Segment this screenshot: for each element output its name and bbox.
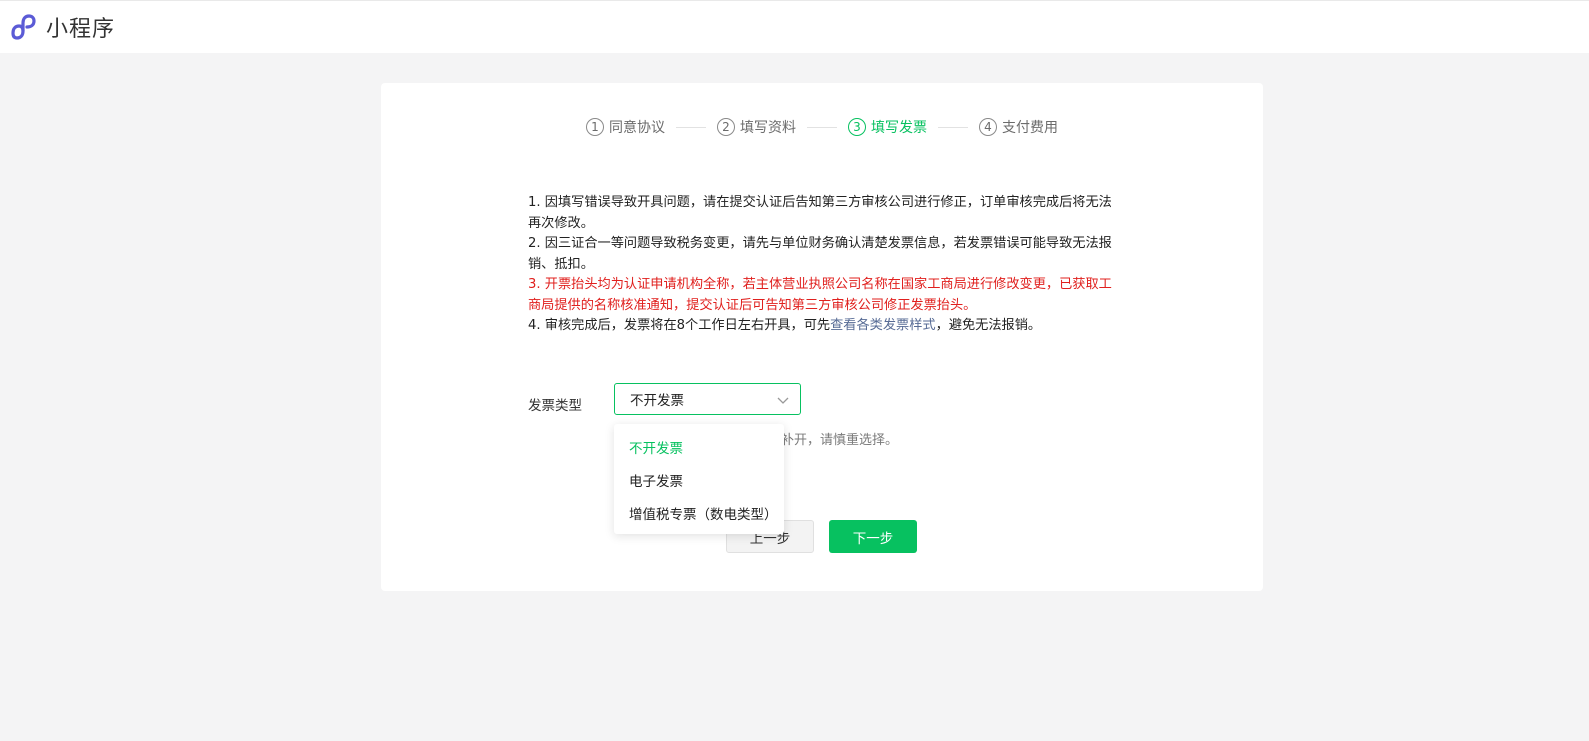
- step-fill-info: 2 填写资料: [717, 117, 796, 137]
- note-3-warning: 3. 开票抬头均为认证申请机构全称，若主体营业执照公司名称在国家工商局进行修改变…: [528, 277, 1112, 313]
- invoice-type-select[interactable]: 不开发票: [614, 383, 801, 415]
- option-electronic-invoice[interactable]: 电子发票: [614, 463, 784, 496]
- invoice-type-dropdown: 不开发票 电子发票 增值税专票（数电类型）: [614, 424, 784, 534]
- step-agree: 1 同意协议: [586, 117, 665, 137]
- option-vat-special-invoice[interactable]: 增值税专票（数电类型）: [614, 496, 784, 529]
- option-no-invoice[interactable]: 不开发票: [614, 430, 784, 463]
- step-number: 2: [717, 118, 735, 136]
- note-4: 4. 审核完成后，发票将在8个工作日左右开具，可先查看各类发票样式，避免无法报销…: [528, 316, 1124, 337]
- step-number: 1: [586, 118, 604, 136]
- step-payment: 4 支付费用: [979, 117, 1058, 137]
- step-fill-invoice: 3 填写发票: [848, 117, 927, 137]
- invoice-card: 1 同意协议 2 填写资料 3 填写发票 4 支付费用 1. 因填写错误导致开具…: [381, 83, 1263, 591]
- step-label: 支付费用: [1002, 120, 1058, 136]
- step-number: 3: [848, 118, 866, 136]
- step-divider: [676, 126, 706, 128]
- chevron-down-icon: [776, 393, 790, 407]
- app-title: 小程序: [46, 17, 116, 42]
- next-step-button[interactable]: 下一步: [829, 520, 917, 553]
- mini-program-logo-icon[interactable]: [6, 10, 40, 44]
- step-label: 填写资料: [740, 120, 796, 136]
- step-label: 同意协议: [609, 120, 665, 136]
- note-4-suffix: ，避免无法报销。: [935, 318, 1042, 333]
- step-indicator: 1 同意协议 2 填写资料 3 填写发票 4 支付费用: [381, 117, 1263, 137]
- invoice-type-label: 发票类型: [528, 398, 582, 414]
- top-bar: 小程序: [0, 0, 1589, 53]
- note-2: 2. 因三证合一等问题导致税务变更，请先与单位财务确认清楚发票信息，若发票错误可…: [528, 236, 1112, 272]
- step-divider: [938, 126, 968, 128]
- invoice-type-value: 不开发票: [630, 393, 684, 409]
- invoice-type-hint: 补开，请慎重选择。: [781, 433, 899, 448]
- step-label: 填写发票: [871, 120, 927, 136]
- step-divider: [807, 126, 837, 128]
- note-4-prefix: 4. 审核完成后，发票将在8个工作日左右开具，可先: [528, 318, 831, 333]
- invoice-samples-link[interactable]: 查看各类发票样式: [830, 318, 936, 333]
- step-number: 4: [979, 118, 997, 136]
- invoice-notes: 1. 因填写错误导致开具问题，请在提交认证后告知第三方审核公司进行修正，订单审核…: [528, 193, 1124, 337]
- note-1: 1. 因填写错误导致开具问题，请在提交认证后告知第三方审核公司进行修正，订单审核…: [528, 195, 1112, 231]
